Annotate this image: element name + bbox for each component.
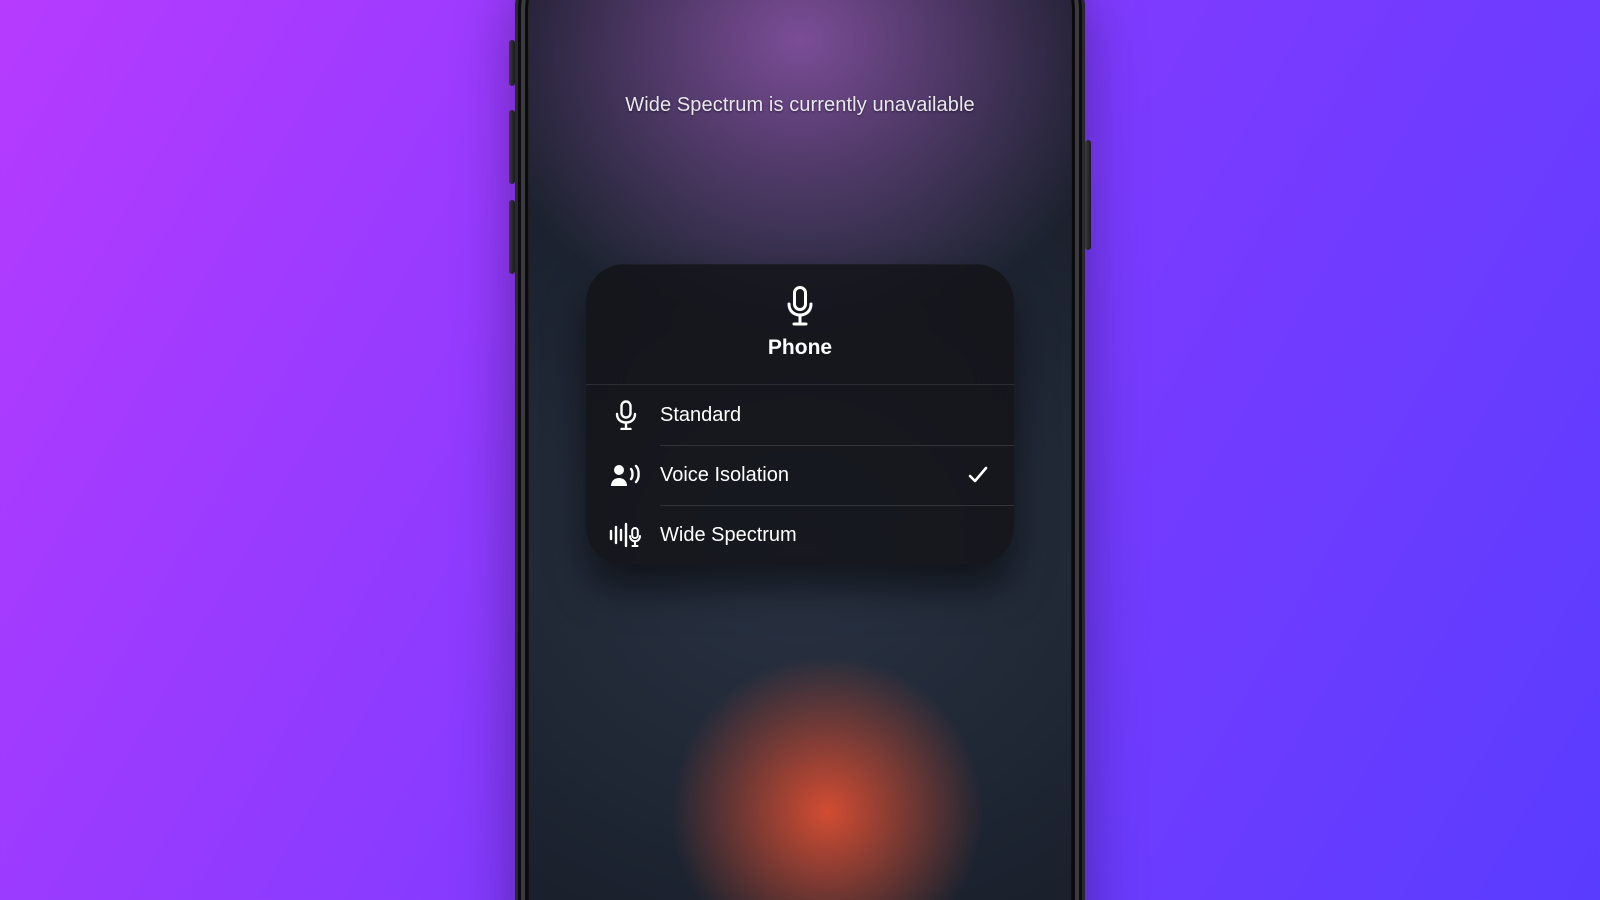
mic-mode-option-label: Wide Spectrum: [660, 524, 964, 547]
mute-switch: [509, 40, 515, 86]
status-toast: Wide Spectrum is currently unavailable: [529, 94, 1071, 117]
side-button: [1085, 140, 1091, 250]
volume-up-button: [509, 110, 515, 184]
mic-mode-option-label: Standard: [660, 404, 964, 427]
mic-mode-option-voice-isolation[interactable]: Voice Isolation: [586, 445, 1014, 505]
checkmark-icon: [964, 464, 992, 486]
volume-down-button: [509, 200, 515, 274]
mic-standard-icon: [608, 400, 644, 430]
wide-spectrum-icon: [608, 522, 644, 548]
mic-mode-option-label: Voice Isolation: [660, 464, 964, 487]
mic-mode-panel: Phone Standard: [586, 264, 1014, 565]
panel-header: Phone: [586, 264, 1014, 385]
voice-isolation-icon: [608, 462, 644, 488]
mic-mode-option-standard[interactable]: Standard: [586, 385, 1014, 445]
phone-screen: Wide Spectrum is currently unavailable P…: [529, 0, 1071, 900]
microphone-icon: [586, 286, 1014, 326]
mic-mode-option-wide-spectrum[interactable]: Wide Spectrum: [586, 505, 1014, 565]
panel-title: Phone: [586, 336, 1014, 360]
phone-frame: Wide Spectrum is currently unavailable P…: [515, 0, 1085, 900]
